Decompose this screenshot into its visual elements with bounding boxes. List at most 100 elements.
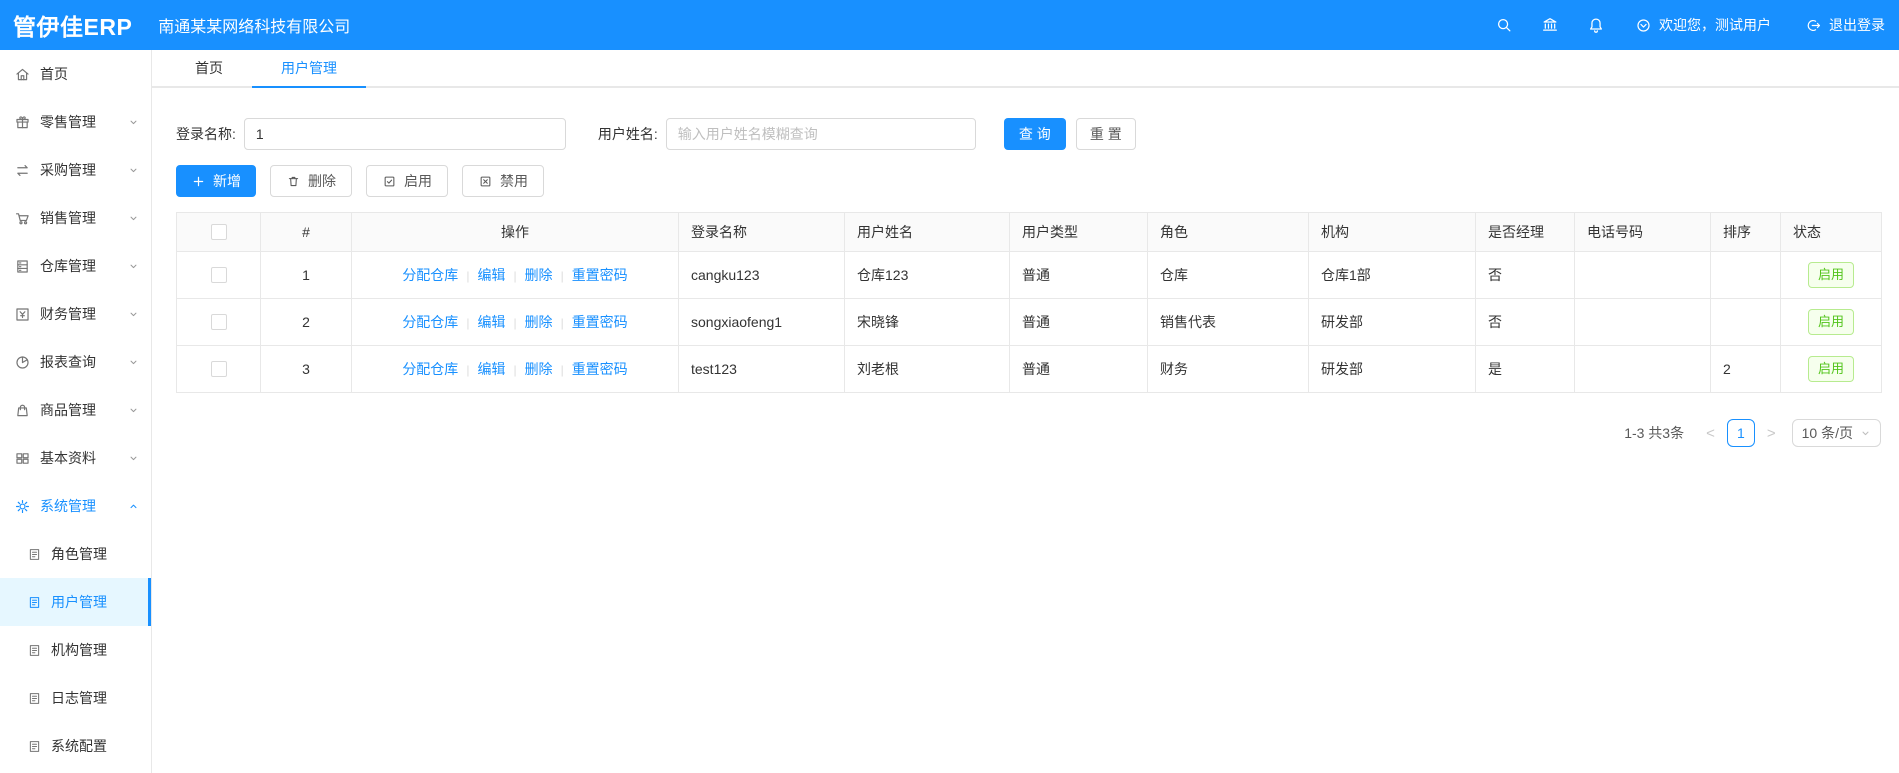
- add-button-label: 新增: [213, 173, 241, 189]
- cell-sort: 2: [1710, 345, 1781, 393]
- home-icon: [14, 66, 31, 83]
- sidebar-item-system-config[interactable]: 系统配置: [0, 722, 151, 770]
- chevron-down-icon: [128, 117, 139, 128]
- sidebar-item-label: 用户管理: [51, 594, 107, 610]
- select-all-checkbox[interactable]: [210, 224, 227, 240]
- chevron-down-icon: [128, 405, 139, 416]
- sidebar-item-label: 系统管理: [40, 498, 96, 514]
- sidebar-item-purchase[interactable]: 采购管理: [0, 146, 151, 194]
- disable-button[interactable]: 禁用: [462, 165, 544, 197]
- logout-button[interactable]: 退出登录: [1805, 15, 1885, 35]
- company-name: 南通某某网络科技有限公司: [158, 19, 351, 36]
- cell-login: test123: [678, 345, 845, 393]
- cell-actions: 分配仓库 | 编辑 | 删除 | 重置密码: [351, 251, 679, 299]
- assign-warehouse-link[interactable]: 分配仓库: [402, 361, 458, 377]
- grid-icon: [14, 450, 31, 467]
- sidebar-item-log-management[interactable]: 日志管理: [0, 674, 151, 722]
- sidebar-item-retail[interactable]: 零售管理: [0, 98, 151, 146]
- sidebar-item-org-management[interactable]: 机构管理: [0, 626, 151, 674]
- sidebar-item-sales[interactable]: 销售管理: [0, 194, 151, 242]
- chevron-down-icon: [128, 357, 139, 368]
- link-separator: |: [513, 363, 517, 377]
- sidebar-item-label: 采购管理: [40, 162, 96, 178]
- x-square-icon: [478, 174, 493, 189]
- row-checkbox[interactable]: [210, 267, 227, 283]
- cell-manager: 否: [1475, 298, 1575, 346]
- row-checkbox[interactable]: [210, 361, 227, 377]
- col-name: 用户姓名: [844, 212, 1010, 252]
- search-icon[interactable]: [1495, 16, 1513, 34]
- row-checkbox[interactable]: [210, 314, 227, 330]
- bank-icon[interactable]: [1541, 16, 1559, 34]
- tabbar: 首页 用户管理: [152, 50, 1899, 88]
- enable-button[interactable]: 启用: [366, 165, 448, 197]
- sidebar-item-home[interactable]: 首页: [0, 50, 151, 98]
- sidebar-item-label: 首页: [40, 66, 68, 82]
- page-number-button[interactable]: 1: [1726, 419, 1755, 447]
- enable-button-label: 启用: [404, 173, 432, 189]
- cell-role: 财务: [1147, 345, 1309, 393]
- reset-password-link[interactable]: 重置密码: [572, 314, 628, 330]
- cell-actions: 分配仓库 | 编辑 | 删除 | 重置密码: [351, 298, 679, 346]
- delete-link[interactable]: 删除: [525, 361, 553, 377]
- logout-icon: [1805, 17, 1822, 34]
- sidebar-item-label: 报表查询: [40, 354, 96, 370]
- next-page-icon[interactable]: >: [1763, 425, 1780, 442]
- delete-button-label: 删除: [308, 173, 336, 189]
- sidebar-item-label: 零售管理: [40, 114, 96, 130]
- sidebar-item-label: 仓库管理: [40, 258, 96, 274]
- welcome-text: 欢迎您，测试用户: [1659, 17, 1771, 33]
- link-separator: |: [466, 363, 470, 377]
- sidebar-item-finance[interactable]: 财务管理: [0, 290, 151, 338]
- col-phone: 电话号码: [1574, 212, 1711, 252]
- delete-link[interactable]: 删除: [525, 314, 553, 330]
- reset-button[interactable]: 重 置: [1075, 118, 1136, 150]
- delete-button[interactable]: 删除: [270, 165, 352, 197]
- cell-phone: [1574, 345, 1711, 393]
- sidebar-item-reports[interactable]: 报表查询: [0, 338, 151, 386]
- cell-name: 宋晓锋: [844, 298, 1010, 346]
- tab-home[interactable]: 首页: [166, 50, 252, 86]
- cell-role: 销售代表: [1147, 298, 1309, 346]
- sidebar-item-label: 财务管理: [40, 306, 96, 322]
- sidebar-item-warehouse[interactable]: 仓库管理: [0, 242, 151, 290]
- search-button[interactable]: 查 询: [1003, 118, 1066, 150]
- user-name-input[interactable]: [665, 118, 976, 150]
- chevron-down-icon: [128, 165, 139, 176]
- chevron-down-icon: [128, 213, 139, 224]
- assign-warehouse-link[interactable]: 分配仓库: [402, 314, 458, 330]
- page-size-select[interactable]: 10 条/页: [1791, 419, 1881, 447]
- prev-page-icon[interactable]: <: [1702, 425, 1719, 442]
- edit-link[interactable]: 编辑: [477, 314, 505, 330]
- sidebar-item-label: 日志管理: [51, 690, 107, 706]
- login-name-input[interactable]: [243, 118, 566, 150]
- user-menu[interactable]: 欢迎您，测试用户: [1635, 15, 1771, 35]
- reset-password-link[interactable]: 重置密码: [572, 267, 628, 283]
- sidebar-item-system[interactable]: 系统管理: [0, 482, 151, 530]
- link-separator: |: [513, 316, 517, 330]
- cell-name: 刘老根: [844, 345, 1010, 393]
- sidebar-item-role-management[interactable]: 角色管理: [0, 530, 151, 578]
- sidebar-item-label: 系统配置: [51, 738, 107, 754]
- reset-password-link[interactable]: 重置密码: [572, 361, 628, 377]
- cell-index: 3: [260, 345, 352, 393]
- cell-org: 研发部: [1308, 298, 1476, 346]
- sidebar-item-basic-data[interactable]: 基本资料: [0, 434, 151, 482]
- cart-icon: [14, 210, 31, 227]
- assign-warehouse-link[interactable]: 分配仓库: [402, 267, 458, 283]
- logout-text: 退出登录: [1829, 17, 1885, 33]
- tab-user-management[interactable]: 用户管理: [252, 50, 366, 88]
- sidebar-item-label: 销售管理: [40, 210, 96, 226]
- pagination: 1-3 共3条 < 1 > 10 条/页: [176, 419, 1881, 447]
- edit-link[interactable]: 编辑: [477, 267, 505, 283]
- sidebar-item-user-management[interactable]: 用户管理: [0, 578, 151, 626]
- cell-phone: [1574, 251, 1711, 299]
- link-separator: |: [560, 316, 564, 330]
- cell-type: 普通: [1009, 345, 1148, 393]
- document-icon: [27, 547, 42, 562]
- edit-link[interactable]: 编辑: [477, 361, 505, 377]
- delete-link[interactable]: 删除: [525, 267, 553, 283]
- bell-icon[interactable]: [1587, 16, 1605, 34]
- sidebar-item-products[interactable]: 商品管理: [0, 386, 151, 434]
- add-button[interactable]: 新增: [176, 165, 256, 197]
